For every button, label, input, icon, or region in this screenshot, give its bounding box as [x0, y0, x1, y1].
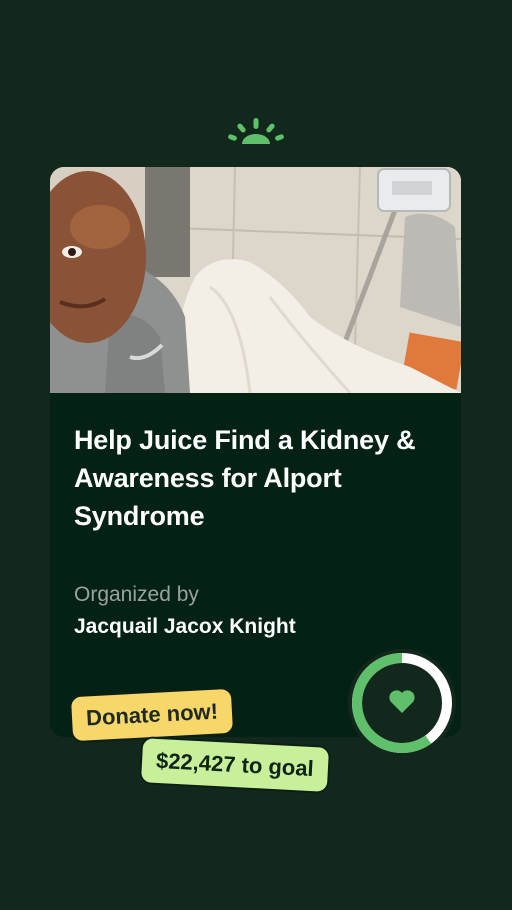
hospital-selfie-photo	[50, 167, 461, 393]
progress-ring	[348, 649, 456, 757]
campaign-title[interactable]: Help Juice Find a Kidney & Awareness for…	[74, 421, 434, 535]
sunrise-logo-icon	[228, 118, 284, 144]
goal-amount-badge: $22,427 to goal	[138, 736, 331, 794]
organized-by-label: Organized by	[74, 583, 199, 606]
donate-now-button[interactable]: Donate now!	[68, 686, 236, 744]
organizer-name[interactable]: Jacquail Jacox Knight	[74, 615, 296, 639]
